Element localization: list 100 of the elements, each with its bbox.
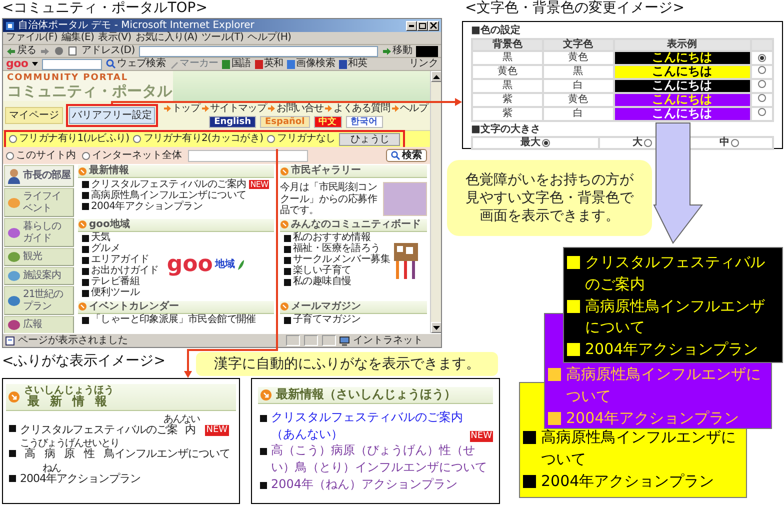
sidebar-item[interactable]: 施設案内 (4, 267, 74, 285)
news-link[interactable]: 私のおすすめ情報 (293, 232, 371, 244)
toolbar-button[interactable]: 英和 (254, 58, 284, 70)
sidebar-item[interactable]: 21世紀のプラン (4, 286, 74, 315)
search-button[interactable]: 検索 (386, 148, 427, 162)
close-button[interactable] (428, 20, 439, 30)
radio-button[interactable] (731, 139, 740, 147)
radio-button[interactable] (644, 139, 652, 147)
radio-button[interactable] (133, 135, 142, 143)
language-button[interactable]: English (209, 116, 256, 128)
radio-button[interactable] (9, 135, 17, 143)
mypage-button[interactable]: マイページ (5, 106, 63, 124)
nav-link[interactable]: サイトマップ (202, 102, 266, 114)
close-icon (430, 22, 437, 29)
section-title: goo地域 (89, 218, 130, 230)
news-link[interactable]: 高病原性鳥 こうびょうげんせいとり インフルエンザについて (20, 438, 230, 462)
menu-item[interactable]: 編集(E) (61, 32, 94, 44)
minimize-button[interactable] (406, 20, 417, 30)
back-button[interactable]: 戻る (6, 45, 36, 57)
links-button[interactable]: リンク (408, 58, 438, 70)
news-link[interactable]: クリスタルフェスティバルのご案内 あんない (20, 414, 200, 436)
menu-icon (7, 196, 21, 208)
radio-button[interactable] (758, 80, 766, 88)
nav-link[interactable]: ヘルプ (392, 102, 428, 114)
language-button[interactable]: 中文 (314, 116, 342, 128)
news-link[interactable]: 高病原性鳥インフルエンザについて (541, 427, 743, 470)
radio-button[interactable] (267, 135, 276, 143)
news-link[interactable]: 福祉・医療を語ろう (293, 243, 380, 255)
news-link[interactable]: 楽しい子育て (293, 265, 352, 277)
nav-link[interactable]: お問い合せ (268, 102, 324, 114)
news-link[interactable]: グルメ (91, 243, 120, 255)
news-link[interactable]: 2004年アクションプラン (541, 470, 714, 492)
section-title: みんなのコミュニティボード (291, 218, 421, 230)
bullet-square (284, 316, 291, 324)
news-link[interactable]: 高病原性鳥インフルエンザについて (585, 296, 779, 339)
computer-icon (339, 336, 350, 346)
radio-button[interactable] (758, 94, 766, 102)
news-link[interactable]: テレビ番組 (91, 276, 140, 288)
bullet-square (82, 290, 89, 296)
news-link[interactable]: クリスタルフェスティバルのご案内 (91, 178, 246, 190)
news-link[interactable]: 「しゃーと印象派展」市民会館で開催 (91, 314, 256, 326)
news-link[interactable]: エリアガイド (91, 254, 150, 266)
scroll-bar[interactable] (430, 71, 441, 333)
web-search-button[interactable]: ウェブ検索 (106, 58, 166, 70)
news-link[interactable]: 2004年アクションプラン (585, 339, 758, 361)
news-link[interactable]: 2004年（ねん）アクションプラン (271, 476, 458, 493)
radio-button[interactable] (82, 152, 90, 160)
maximize-button[interactable] (417, 20, 428, 30)
section-title: メールマガジン (291, 300, 361, 312)
status-pane (322, 335, 336, 346)
nav-link[interactable]: よくある質問 (325, 102, 390, 114)
search-field[interactable] (42, 58, 102, 70)
toolbar-button[interactable]: 和英 (339, 58, 368, 70)
news-link[interactable]: クリスタルフェスティバルのご案内 (585, 252, 779, 296)
news-link[interactable]: 高病原性鳥インフルエンザについて (91, 190, 246, 202)
language-button[interactable]: 한국어 (346, 116, 383, 128)
status-text: ページが表示されました (18, 334, 128, 346)
barrier-free-button[interactable]: バリアフリー設定 (69, 106, 155, 124)
radio-button[interactable] (758, 108, 766, 116)
radio-button[interactable] (758, 54, 766, 62)
column-header: 表示例 (614, 38, 751, 50)
news-link[interactable]: 高病原性鳥インフルエンザについて (566, 364, 768, 408)
nav-link[interactable]: トップ (164, 102, 200, 114)
address-field[interactable] (138, 46, 378, 56)
menu-item[interactable]: お気に入り(A) (135, 32, 198, 44)
sidebar-item[interactable]: 広報 (4, 316, 74, 333)
news-link[interactable]: 便利ツール (91, 287, 140, 299)
news-link[interactable]: お出かけガイド (91, 265, 159, 277)
news-link[interactable]: サークルメンバー募集 (293, 254, 390, 266)
go-button[interactable]: 移動 (382, 45, 412, 57)
search-field[interactable] (188, 150, 308, 162)
news-link[interactable]: 高（こう）病原（びょうげん）性（せい）鳥（とり）インフルエンザについて (271, 442, 493, 476)
sidebar-item[interactable]: ライフイベント (4, 188, 74, 217)
menu-item[interactable]: 表示(V) (98, 32, 132, 44)
news-link[interactable]: クリスタルフェスティバルのご案内（あんない） (271, 408, 467, 442)
show-button[interactable]: ひょうじ (339, 132, 400, 146)
news-link[interactable]: 私の趣味自慢 (293, 276, 352, 288)
radio-button[interactable] (6, 152, 14, 160)
toolbar-button[interactable]: 画像検索 (287, 58, 336, 70)
radio-button[interactable] (542, 139, 550, 147)
radio-button[interactable] (758, 66, 766, 74)
bullet-square (567, 300, 580, 312)
sidebar-item[interactable]: 暮らしのガイド (4, 218, 74, 247)
sidebar-item[interactable]: 観光 (4, 248, 74, 266)
settings-title: ■文字の大きさ (471, 124, 542, 135)
news-link[interactable]: 2004年 ねん アクションプラン (20, 463, 140, 486)
gallery-text: 今月は「市民彫刻コンクール」からの応募作品です。 (280, 182, 378, 216)
menu-item[interactable]: ファイル(F) (6, 32, 58, 44)
address-label: アドレス(D) (81, 45, 135, 57)
menu-item[interactable]: ヘルプ(H) (248, 32, 292, 44)
toolbar-button[interactable]: 国語 (222, 58, 251, 70)
news-link[interactable]: 子育てマガジン (293, 314, 361, 326)
bullet-square (82, 234, 89, 242)
menu-item[interactable]: ツール(T) (202, 32, 244, 44)
news-link[interactable]: 2004年アクションプラン (91, 200, 203, 212)
menu-icon (7, 226, 21, 238)
up-arrow-icon (433, 74, 440, 78)
section-title: 最新情報 さいしんじょうほう (24, 385, 114, 409)
news-link[interactable]: 天気 (91, 232, 110, 244)
news-link[interactable]: 2004年アクションプラン (566, 408, 740, 430)
